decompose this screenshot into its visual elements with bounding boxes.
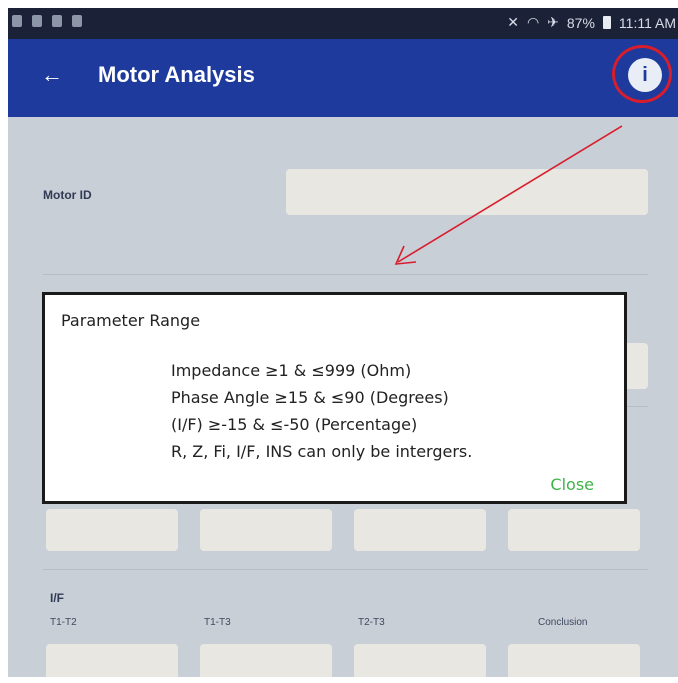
app-bar: ← Motor Analysis i <box>8 39 678 117</box>
battery-icon <box>602 16 611 29</box>
notification-icon <box>32 15 42 27</box>
if-t2-t3-field[interactable] <box>354 644 486 677</box>
notification-icons <box>12 15 82 27</box>
divider <box>43 569 648 570</box>
motor-id-field[interactable] <box>286 169 648 215</box>
highlight-circle <box>612 45 672 103</box>
if-section-label: I/F <box>50 591 64 605</box>
value-field[interactable] <box>354 509 486 551</box>
motor-id-label: Motor ID <box>43 188 92 202</box>
value-field[interactable] <box>200 509 332 551</box>
battery-percent: 87% <box>566 14 595 31</box>
airplane-icon: ✈ <box>547 14 559 30</box>
parameter-range-dialog: Parameter Range Impedance ≥1 & ≤999 (Ohm… <box>42 292 627 504</box>
page-title: Motor Analysis <box>98 62 255 87</box>
mute-icon: ✕ <box>507 14 519 30</box>
column-label-t1-t3: T1-T3 <box>204 617 231 628</box>
close-button[interactable]: Close <box>550 475 594 494</box>
if-t1-t3-field[interactable] <box>200 644 332 677</box>
if-t1-t2-field[interactable] <box>46 644 178 677</box>
notification-icon <box>12 15 22 27</box>
impedance-range-text: Impedance ≥1 & ≤999 (Ohm) <box>171 361 412 380</box>
clock: 11:11 AM <box>618 14 676 31</box>
column-label-t1-t2: T1-T2 <box>50 617 77 628</box>
notification-icon <box>72 15 82 27</box>
if-range-text: (I/F) ≥-15 & ≤-50 (Percentage) <box>171 415 418 434</box>
notification-icon <box>52 15 62 27</box>
value-field[interactable] <box>46 509 178 551</box>
wifi-icon: ◠ <box>526 14 540 30</box>
value-field[interactable] <box>508 509 640 551</box>
integer-rule-text: R, Z, Fi, I/F, INS can only be intergers… <box>171 442 473 461</box>
column-label-conclusion: Conclusion <box>538 617 588 628</box>
column-label-t2-t3: T2-T3 <box>358 617 385 628</box>
arrow-left-icon[interactable]: ← <box>41 63 63 87</box>
phase-angle-range-text: Phase Angle ≥15 & ≤90 (Degrees) <box>171 388 449 407</box>
dialog-title: Parameter Range <box>61 311 201 330</box>
status-right: ✕ ◠ ✈ 87% 11:11 AM <box>507 14 676 31</box>
if-conclusion-field[interactable] <box>508 644 640 677</box>
divider <box>43 274 648 275</box>
status-bar: ✕ ◠ ✈ 87% 11:11 AM <box>8 8 678 39</box>
dialog-body: Impedance ≥1 & ≤999 (Ohm) Phase Angle ≥1… <box>171 357 472 465</box>
